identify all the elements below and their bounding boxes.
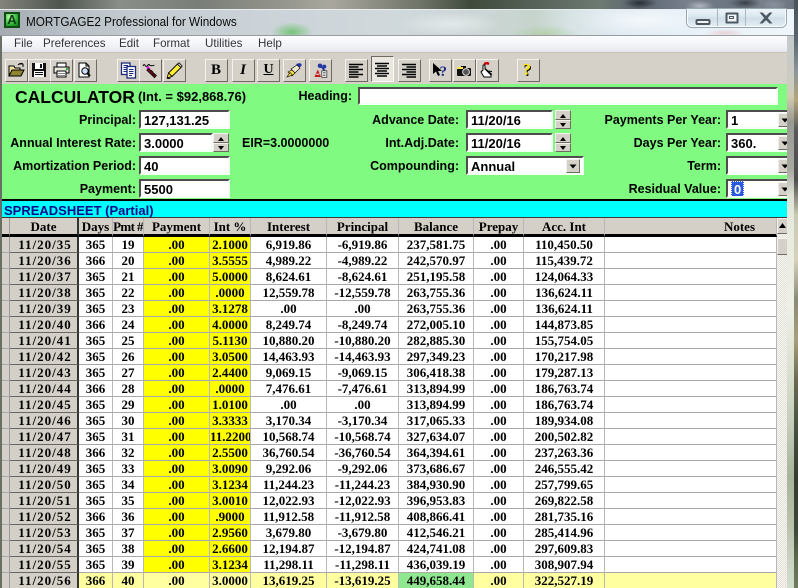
- svg-text:?: ?: [440, 64, 448, 79]
- svg-text:?: ?: [523, 62, 532, 79]
